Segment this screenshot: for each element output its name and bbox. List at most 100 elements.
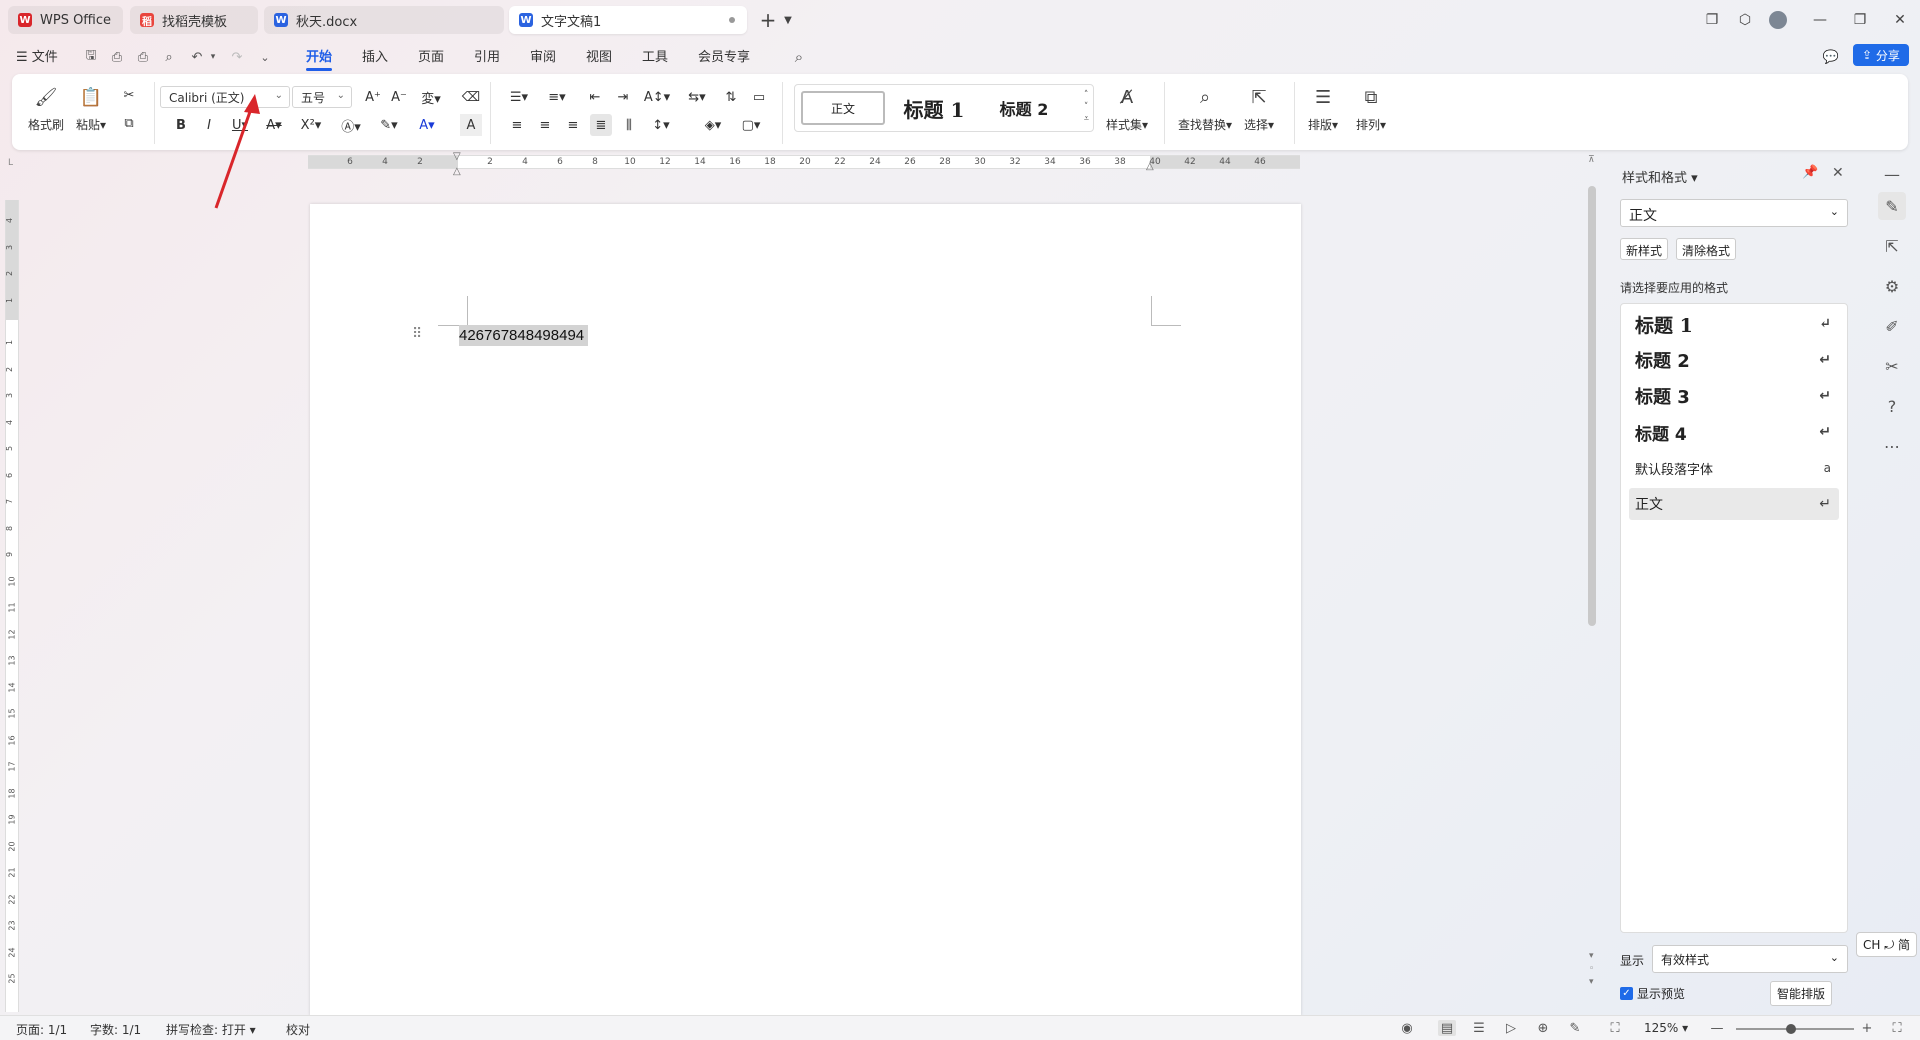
minimize-icon[interactable]: — [1808,8,1832,32]
find-replace-button[interactable]: ⌕ 查找替换▾ [1178,84,1232,133]
clear-format-eraser-icon[interactable]: ⌫ [460,86,482,108]
zoom-level[interactable]: 125% ▾ [1644,1021,1688,1035]
window-restore-icon[interactable]: ❐ [1700,8,1724,32]
style-list-item[interactable]: 标题 3 ↵ [1629,380,1839,412]
menu-tools[interactable]: 工具 [642,46,668,65]
sort-direction-icon[interactable]: ⇆▾ [682,86,712,108]
selected-text[interactable]: 426767848498494 [459,325,589,346]
close-icon[interactable]: ✕ [1888,8,1912,32]
redo-icon[interactable]: ↷ [228,48,246,66]
sort-icon[interactable]: ⇅ [720,86,742,108]
search-icon[interactable]: ⌕ [790,48,808,66]
vertical-ruler[interactable]: 4 3 2 1 1 2 3 4 5 6 7 8 9 10 11 12 13 14 15 16 17 18 19 20 21 22 2… [5,200,19,1012]
ruler-corner-icon[interactable]: L [8,158,13,168]
undo-chevron-icon[interactable]: ▾ [204,48,222,66]
print-icon[interactable]: ⎙ [134,48,152,66]
format-painter-button[interactable]: 🖌 格式刷 [28,84,64,133]
style-normal[interactable]: 正文 [801,91,885,125]
zoom-slider-thumb[interactable] [1786,1024,1796,1034]
border-icon[interactable]: ▢▾ [736,114,766,136]
gallery-scroll-icon[interactable]: ˄ ˅ ⩡ [1084,89,1089,125]
align-right-icon[interactable]: ≡ [562,114,584,136]
cube-icon[interactable]: ⬡ [1733,8,1757,32]
bold-icon[interactable]: B [170,114,192,136]
collapse-icon[interactable]: — [1878,160,1906,188]
bullet-list-icon[interactable]: ☰▾ [504,86,534,108]
select-button[interactable]: ⇱ 选择▾ [1244,84,1274,133]
paste-button[interactable]: 📋 粘贴▾ [76,84,106,133]
arrange-button[interactable]: ⧉ 排列▾ [1356,84,1386,133]
line-spacing-icon[interactable]: ↕▾ [646,114,676,136]
word-count[interactable]: 字数: 1/1 [90,1021,141,1038]
share-button[interactable]: ⇪ 分享 [1853,44,1909,66]
tab-docer[interactable]: 稻 找稻壳模板 [130,6,258,34]
increase-indent-icon[interactable]: ⇥ [612,86,634,108]
avatar[interactable] [1766,8,1790,32]
maximize-icon[interactable]: ❐ [1848,8,1872,32]
style-pen-icon[interactable]: ✎ [1878,192,1906,220]
pen-icon[interactable]: ✎ [1566,1020,1584,1036]
superscript-icon[interactable]: X²▾ [296,114,326,136]
numbered-list-icon[interactable]: ≡▾ [542,86,572,108]
more-icon[interactable]: ⋯ [1878,432,1906,460]
font-color-icon[interactable]: A▾ [412,114,442,136]
distributed-align-icon[interactable]: ⫼ [618,114,640,136]
style-list-item[interactable]: 正文 ↵ [1629,488,1839,520]
character-shading-icon[interactable]: A [460,114,482,136]
style-set-button[interactable]: A̸ 样式集▾ [1106,84,1148,133]
ime-indicator[interactable]: CH ⤾ 简 [1856,932,1918,957]
copy-icon[interactable]: ⧉ [118,112,140,134]
pin-icon[interactable]: 📌 [1802,165,1818,180]
phonetic-guide-icon[interactable]: 変▾ [416,86,446,108]
zoom-out-icon[interactable]: — [1708,1020,1726,1036]
style-list-item[interactable]: 标题 1 ↵ [1629,308,1839,340]
decrease-indent-icon[interactable]: ⇤ [584,86,606,108]
style-list-item[interactable]: 默认段落字体 a [1629,452,1839,484]
font-size-select[interactable]: 五号 ⌄ [292,86,352,108]
save-icon[interactable]: 🖫 [82,48,100,66]
proofread-button[interactable]: 校对 [286,1021,310,1038]
menu-page[interactable]: 页面 [418,46,444,65]
vertical-scrollbar[interactable] [1588,186,1596,626]
hanging-indent-icon[interactable]: △ [453,166,461,177]
play-icon[interactable]: ▷ [1502,1020,1520,1036]
drag-handle-icon[interactable]: ⠿ [412,326,422,342]
fit-page-icon[interactable]: ⛶ [1606,1020,1624,1036]
file-menu[interactable]: ☰ 文件 [16,46,58,65]
style-heading-1[interactable]: 标题 1 [891,91,977,125]
more-chevron-icon[interactable]: ⌄ [256,48,274,66]
cut-icon[interactable]: ✂ [118,84,140,106]
right-indent-icon[interactable]: △ [1146,161,1154,172]
menu-references[interactable]: 引用 [474,46,500,65]
page-nav-icon[interactable]: ▾ ◦ ▾ [1589,950,1594,989]
comment-icon[interactable]: 💬 [1822,48,1840,66]
spell-check-status[interactable]: 拼写检查: 打开 ▾ [166,1021,256,1038]
text-effect-icon[interactable]: Ⓐ▾ [336,114,366,136]
new-style-button[interactable]: 新样式 [1620,238,1669,260]
print-preview-icon[interactable]: ⌕ [160,48,178,66]
layout-button[interactable]: ☰ 排版▾ [1308,84,1338,133]
panel-title[interactable]: 样式和格式 ▾ [1622,167,1698,186]
align-justify-icon[interactable]: ≣ [590,114,612,136]
preview-checkbox[interactable]: ✓ 显示预览 [1620,985,1685,1002]
menu-view[interactable]: 视图 [586,46,612,65]
export-pdf-icon[interactable]: ⎙ [108,48,126,66]
outline-view-icon[interactable]: ☰ [1470,1020,1488,1036]
tab-list-chevron-icon[interactable]: ▼ [776,8,800,32]
current-style-select[interactable]: 正文 ⌄ [1620,199,1848,227]
select-cursor-icon[interactable]: ⇱ [1878,232,1906,260]
grow-font-icon[interactable]: A⁺ [362,86,384,108]
eye-protect-icon[interactable]: ◉ [1398,1020,1416,1036]
menu-member[interactable]: 会员专享 [698,46,750,65]
scroll-up-icon[interactable]: ⊼ [1588,155,1595,165]
tab-autumn-docx[interactable]: W 秋天.docx [264,6,504,34]
text-direction-icon[interactable]: A↕▾ [642,86,672,108]
menu-review[interactable]: 审阅 [530,46,556,65]
help-icon[interactable]: ? [1878,392,1906,420]
style-heading-2[interactable]: 标题 2 [981,91,1067,125]
page-view-icon[interactable]: ▤ [1438,1020,1456,1036]
menu-insert[interactable]: 插入 [362,46,388,65]
smart-layout-button[interactable]: 智能排版 [1770,981,1833,1006]
shading-fill-icon[interactable]: ◈▾ [698,114,728,136]
page-count[interactable]: 页面: 1/1 [16,1021,67,1038]
